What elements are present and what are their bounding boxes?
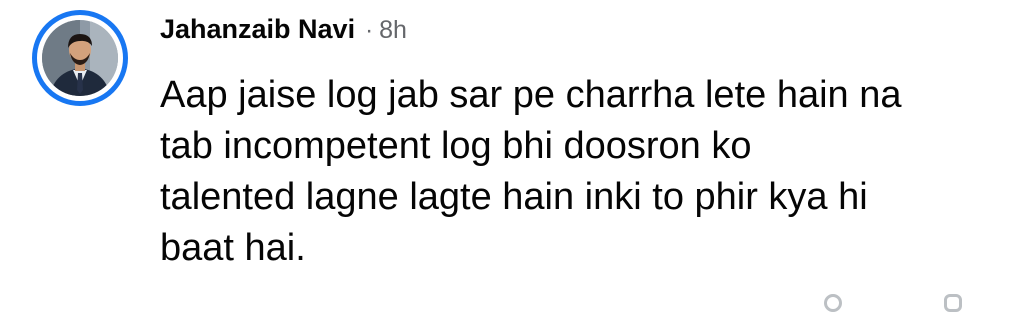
comment-header: Jahanzaib Navi · 8h bbox=[160, 14, 407, 50]
comment-text: Aap jaise log jab sar pe charrha lete ha… bbox=[160, 74, 902, 269]
avatar[interactable] bbox=[42, 20, 118, 96]
avatar-ring[interactable] bbox=[32, 10, 128, 106]
meta-separator: · bbox=[365, 17, 374, 44]
avatar-photo bbox=[42, 20, 118, 96]
author-name[interactable]: Jahanzaib Navi bbox=[160, 14, 355, 45]
comment-item: Jahanzaib Navi · 8h Aap jaise log jab sa… bbox=[0, 0, 1024, 312]
reaction-icon[interactable] bbox=[824, 294, 842, 312]
timestamp[interactable]: 8h bbox=[379, 16, 407, 45]
reply-icon[interactable] bbox=[944, 294, 962, 312]
